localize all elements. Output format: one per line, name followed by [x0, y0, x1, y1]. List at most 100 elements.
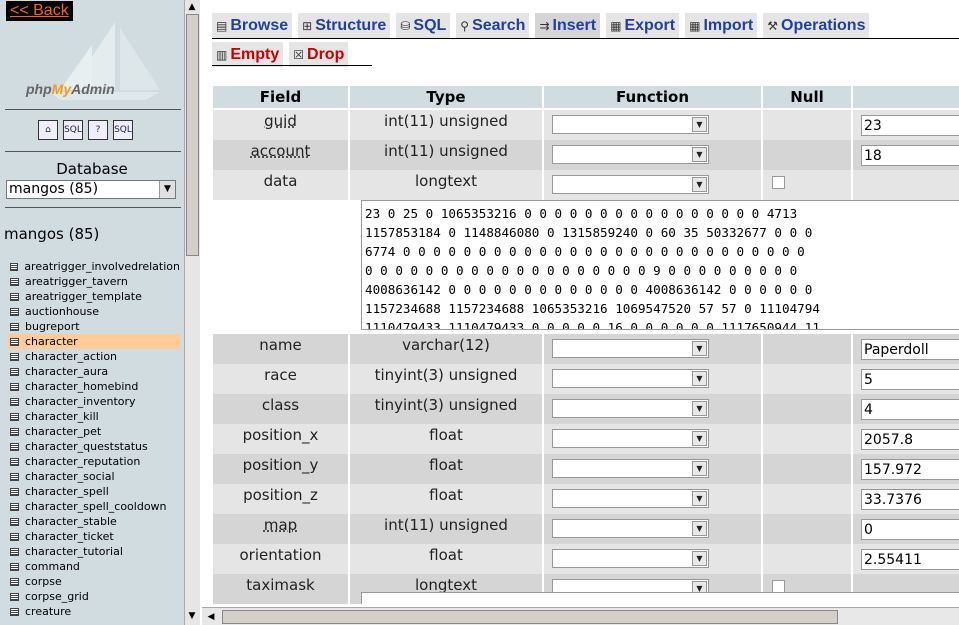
- tab-export[interactable]: ▦ Export: [606, 13, 680, 39]
- table-name[interactable]: auctionhouse: [25, 304, 99, 319]
- table-link-character_aura[interactable]: character_aura: [8, 364, 180, 379]
- table-icon[interactable]: [10, 517, 19, 526]
- table-icon[interactable]: [10, 412, 19, 421]
- table-link-character_homebind[interactable]: character_homebind: [8, 379, 180, 394]
- chevron-down-icon[interactable]: ▼: [692, 341, 707, 356]
- chevron-down-icon[interactable]: ▼: [692, 521, 707, 536]
- database-select[interactable]: mangos (85) ▼: [6, 180, 176, 199]
- value-input-position_x[interactable]: 2057.8: [861, 429, 959, 450]
- chevron-down-icon[interactable]: ▼: [692, 401, 707, 416]
- sql-icon[interactable]: SQL: [63, 120, 83, 140]
- table-link-command[interactable]: command: [8, 559, 180, 574]
- table-name[interactable]: character_stable: [25, 514, 117, 529]
- table-name[interactable]: character_inventory: [25, 394, 136, 409]
- table-icon[interactable]: [10, 592, 19, 601]
- table-link-character_action[interactable]: character_action: [8, 349, 180, 364]
- table-link-character_ticket[interactable]: character_ticket: [8, 529, 180, 544]
- left-scrollbar[interactable]: ▲ ▼: [184, 0, 200, 625]
- function-select[interactable]: ▼: [552, 339, 709, 358]
- table-icon[interactable]: [10, 322, 19, 331]
- table-name[interactable]: character_tutorial: [25, 544, 123, 559]
- chevron-down-icon[interactable]: ▼: [692, 461, 707, 476]
- tab-structure[interactable]: ⊞ Structure: [298, 13, 391, 39]
- table-link-areatrigger_tavern[interactable]: areatrigger_tavern: [8, 274, 180, 289]
- chevron-down-icon[interactable]: ▼: [159, 181, 175, 198]
- table-link-areatrigger_involvedrelation[interactable]: areatrigger_involvedrelation: [8, 259, 180, 274]
- table-icon[interactable]: [10, 487, 19, 496]
- table-name[interactable]: corpse: [25, 574, 62, 589]
- function-select[interactable]: ▼: [552, 549, 709, 568]
- data-textarea[interactable]: 23 0 25 0 1065353216 0 0 0 0 0 0 0 0 0 0…: [361, 200, 959, 330]
- table-icon[interactable]: [10, 502, 19, 511]
- chevron-down-icon[interactable]: ▼: [692, 371, 707, 386]
- table-name[interactable]: corpse_grid: [25, 589, 89, 604]
- table-link-character_stable[interactable]: character_stable: [8, 514, 180, 529]
- table-icon[interactable]: [10, 547, 19, 556]
- tab-import[interactable]: ▦ Import: [685, 13, 758, 39]
- table-icon[interactable]: [10, 292, 19, 301]
- table-link-character_kill[interactable]: character_kill: [8, 409, 180, 424]
- table-link-creature[interactable]: creature: [8, 604, 180, 619]
- table-icon[interactable]: [10, 532, 19, 541]
- table-link-bugreport[interactable]: bugreport: [8, 319, 180, 334]
- database-heading[interactable]: mangos (85): [4, 225, 99, 243]
- sql-doc-icon[interactable]: SQL: [113, 120, 133, 140]
- table-name[interactable]: areatrigger_involvedrelation: [24, 259, 180, 274]
- value-input-class[interactable]: 4: [861, 399, 959, 420]
- function-select[interactable]: ▼: [552, 115, 709, 134]
- table-name[interactable]: character: [25, 334, 78, 349]
- value-input-name[interactable]: Paperdoll: [861, 339, 959, 360]
- table-icon[interactable]: [10, 427, 19, 436]
- value-input-guid[interactable]: 23: [861, 115, 959, 136]
- home-icon[interactable]: ⌂: [38, 120, 58, 140]
- table-icon[interactable]: [10, 352, 19, 361]
- table-name[interactable]: character_pet: [25, 424, 101, 439]
- function-select[interactable]: ▼: [552, 145, 709, 164]
- table-link-character_inventory[interactable]: character_inventory: [8, 394, 180, 409]
- table-name[interactable]: character_reputation: [25, 454, 140, 469]
- tab-insert[interactable]: ⇉ Insert: [535, 13, 601, 39]
- value-input-account[interactable]: 18: [861, 145, 959, 166]
- function-select[interactable]: ▼: [552, 175, 709, 194]
- function-select[interactable]: ▼: [552, 399, 709, 418]
- table-icon[interactable]: [10, 277, 19, 286]
- table-name[interactable]: character_homebind: [25, 379, 138, 394]
- chevron-down-icon[interactable]: ▼: [692, 147, 707, 162]
- table-name[interactable]: character_spell_cooldown: [25, 499, 167, 514]
- table-name[interactable]: areatrigger_tavern: [25, 274, 128, 289]
- function-select[interactable]: ▼: [552, 489, 709, 508]
- table-icon[interactable]: [10, 367, 19, 376]
- function-select[interactable]: ▼: [552, 429, 709, 448]
- table-link-character_pet[interactable]: character_pet: [8, 424, 180, 439]
- chevron-down-icon[interactable]: ▼: [692, 117, 707, 132]
- chevron-down-icon[interactable]: ▼: [692, 551, 707, 566]
- scrollbar-thumb[interactable]: [222, 610, 838, 624]
- scroll-left-icon[interactable]: ◀: [204, 610, 218, 624]
- value-input-orientation[interactable]: 2.55411: [861, 549, 959, 570]
- value-input-position_z[interactable]: 33.7376: [861, 489, 959, 510]
- table-link-corpse[interactable]: corpse: [8, 574, 180, 589]
- null-checkbox[interactable]: [772, 176, 785, 189]
- table-link-corpse_grid[interactable]: corpse_grid: [8, 589, 180, 604]
- table-icon[interactable]: [10, 442, 19, 451]
- horizontal-scrollbar[interactable]: ◀: [202, 607, 959, 625]
- value-input-map[interactable]: 0: [861, 519, 959, 540]
- function-select[interactable]: ▼: [552, 519, 709, 538]
- tab-operations[interactable]: ⚒ Operations: [763, 13, 870, 39]
- tab-search[interactable]: ⚲ Search: [456, 13, 530, 39]
- table-icon[interactable]: [10, 262, 19, 271]
- table-link-character_reputation[interactable]: character_reputation: [8, 454, 180, 469]
- table-link-areatrigger_template[interactable]: areatrigger_template: [8, 289, 180, 304]
- table-icon[interactable]: [10, 307, 19, 316]
- table-name[interactable]: areatrigger_template: [25, 289, 142, 304]
- table-name[interactable]: character_aura: [25, 364, 108, 379]
- table-name[interactable]: character_action: [25, 349, 117, 364]
- table-link-character_queststatus[interactable]: character_queststatus: [8, 439, 180, 454]
- table-icon[interactable]: [10, 472, 19, 481]
- table-link-character_spell_cooldown[interactable]: character_spell_cooldown: [8, 499, 180, 514]
- table-name[interactable]: character_spell: [25, 484, 109, 499]
- value-input-position_y[interactable]: 157.972: [861, 459, 959, 480]
- table-name[interactable]: character_queststatus: [25, 439, 148, 454]
- table-name[interactable]: command: [25, 559, 80, 574]
- table-name[interactable]: character_kill: [25, 409, 99, 424]
